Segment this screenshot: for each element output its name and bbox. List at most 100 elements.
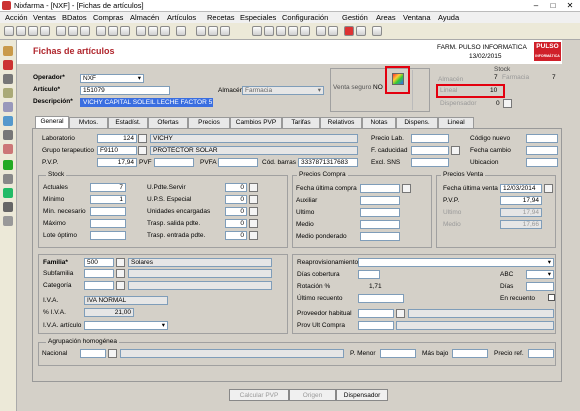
p-menor-input[interactable] xyxy=(380,349,416,358)
excl-sns-input[interactable] xyxy=(411,158,449,167)
origen-button[interactable]: Origen xyxy=(289,389,336,401)
info-icon[interactable] xyxy=(3,202,13,212)
uds-enc-icon[interactable] xyxy=(249,207,258,216)
tab-notas[interactable]: Notas xyxy=(362,117,396,128)
chart-icon[interactable] xyxy=(288,26,298,36)
tab-lineal[interactable]: Lineal xyxy=(438,117,474,128)
almacen-select[interactable]: Farmacia ▾ xyxy=(242,86,324,95)
filter-icon[interactable] xyxy=(108,26,118,36)
auxiliar-input[interactable] xyxy=(360,196,400,205)
orders-icon[interactable] xyxy=(3,144,13,154)
f-caducidad-input[interactable] xyxy=(411,146,449,155)
operador-select[interactable]: NXF ▾ xyxy=(80,74,144,83)
u-pdte-icon[interactable] xyxy=(249,183,258,192)
tab-ofertas[interactable]: Ofertas xyxy=(148,117,188,128)
search-icon[interactable] xyxy=(96,26,106,36)
categoria-lookup-icon[interactable] xyxy=(116,281,125,290)
dispensador-button[interactable]: Dispensador xyxy=(336,389,388,401)
cut-icon[interactable] xyxy=(136,26,146,36)
report-icon[interactable] xyxy=(3,130,13,140)
menu-ventana[interactable]: Ventana xyxy=(403,13,431,22)
en-recuento-checkbox[interactable] xyxy=(548,294,555,301)
new-icon[interactable] xyxy=(56,26,66,36)
menu-accion[interactable]: Acción xyxy=(5,13,28,22)
dias-input[interactable] xyxy=(526,282,554,291)
calendar-icon[interactable] xyxy=(196,26,206,36)
pvp-input[interactable]: 17,94 xyxy=(97,158,137,167)
settings-icon[interactable] xyxy=(356,26,366,36)
minimize-button[interactable]: – xyxy=(528,0,544,11)
laboratorio-code[interactable]: 124 xyxy=(97,134,137,143)
precio-lab-input[interactable] xyxy=(411,134,449,143)
proveedor-code[interactable] xyxy=(358,309,394,318)
dias-cob-input[interactable] xyxy=(358,270,380,279)
cod-barras-input[interactable]: 3337871317683 xyxy=(298,158,358,167)
ultimo-recuento-input[interactable] xyxy=(358,294,404,303)
home-icon[interactable] xyxy=(372,26,382,36)
calendar-icon[interactable] xyxy=(451,146,460,155)
laboratorio-lookup-icon[interactable] xyxy=(138,134,147,143)
edit-icon[interactable] xyxy=(3,102,13,112)
box-icon[interactable] xyxy=(3,174,13,184)
subfamilia-code[interactable] xyxy=(84,269,114,278)
dispensador-icon[interactable] xyxy=(503,99,512,108)
minimo-input[interactable]: 1 xyxy=(90,195,126,204)
list-icon[interactable] xyxy=(3,88,13,98)
tools-icon[interactable] xyxy=(300,26,310,36)
color-grid-icon[interactable] xyxy=(392,73,404,85)
purchase-icon[interactable] xyxy=(3,60,13,70)
help-icon[interactable] xyxy=(220,26,230,36)
reaprov-select[interactable]: ▾ xyxy=(358,258,554,267)
lote-input[interactable] xyxy=(90,231,126,240)
maximize-button[interactable]: □ xyxy=(545,0,561,11)
calendar-icon[interactable] xyxy=(544,184,553,193)
actuales-input[interactable]: 7 xyxy=(90,183,126,192)
descripcion-input[interactable]: VICHY CAPITAL SOLEIL LECHE FACTOR 50 xyxy=(80,98,213,107)
tab-mvtos[interactable]: Mvtos. xyxy=(69,117,108,128)
paste-icon[interactable] xyxy=(160,26,170,36)
tab-tarifas[interactable]: Tarifas xyxy=(282,117,320,128)
calendar-icon[interactable] xyxy=(402,184,411,193)
undo-icon[interactable] xyxy=(176,26,186,36)
copy-icon[interactable] xyxy=(148,26,158,36)
codigo-nuevo-input[interactable] xyxy=(526,134,558,143)
calcular-pvp-button[interactable]: Calcular PVP xyxy=(229,389,289,401)
preview-icon[interactable] xyxy=(264,26,274,36)
iva-articulo-select[interactable]: ▾ xyxy=(84,321,168,330)
proveedor-lookup-icon[interactable] xyxy=(396,309,405,318)
medio-pond-input[interactable] xyxy=(360,232,400,241)
min-necesario-input[interactable] xyxy=(90,207,126,216)
menu-areas[interactable]: Areas xyxy=(376,13,396,22)
add-icon[interactable] xyxy=(3,160,13,170)
ups-icon[interactable] xyxy=(249,195,258,204)
nav-last-icon[interactable] xyxy=(40,26,50,36)
menu-bdatos[interactable]: BDatos xyxy=(62,13,87,22)
delete-icon[interactable] xyxy=(80,26,90,36)
sales-icon[interactable] xyxy=(3,46,13,56)
users-icon[interactable] xyxy=(3,116,13,126)
fecha-cambio-input[interactable] xyxy=(526,146,558,155)
menu-almacen[interactable]: Almacén xyxy=(130,13,159,22)
tab-estadist[interactable]: Estadíst. xyxy=(108,117,148,128)
pvfa-input[interactable] xyxy=(218,158,258,167)
stock-icon[interactable] xyxy=(3,74,13,84)
g-icon[interactable] xyxy=(344,26,354,36)
grupo-lookup-icon[interactable] xyxy=(138,146,147,155)
mail-icon[interactable] xyxy=(276,26,286,36)
fecha-venta-input[interactable]: 12/03/2014 xyxy=(500,184,542,193)
grid-icon[interactable] xyxy=(3,216,13,226)
menu-especiales[interactable]: Especiales xyxy=(240,13,276,22)
refresh-icon[interactable] xyxy=(120,26,130,36)
ultimo-compra-input[interactable] xyxy=(360,208,400,217)
tab-general[interactable]: General xyxy=(35,116,69,128)
menu-ayuda[interactable]: Ayuda xyxy=(438,13,459,22)
save-icon[interactable] xyxy=(68,26,78,36)
menu-compras[interactable]: Compras xyxy=(93,13,123,22)
nacional-code[interactable] xyxy=(80,349,106,358)
categoria-code[interactable] xyxy=(84,281,114,290)
tab-cambios-pvp[interactable]: Cambios PVP xyxy=(230,117,282,128)
familia-code[interactable]: 500 xyxy=(84,258,114,267)
nav-first-icon[interactable] xyxy=(4,26,14,36)
prov-ult-code[interactable] xyxy=(358,321,394,330)
tab-precios[interactable]: Precios xyxy=(188,117,230,128)
